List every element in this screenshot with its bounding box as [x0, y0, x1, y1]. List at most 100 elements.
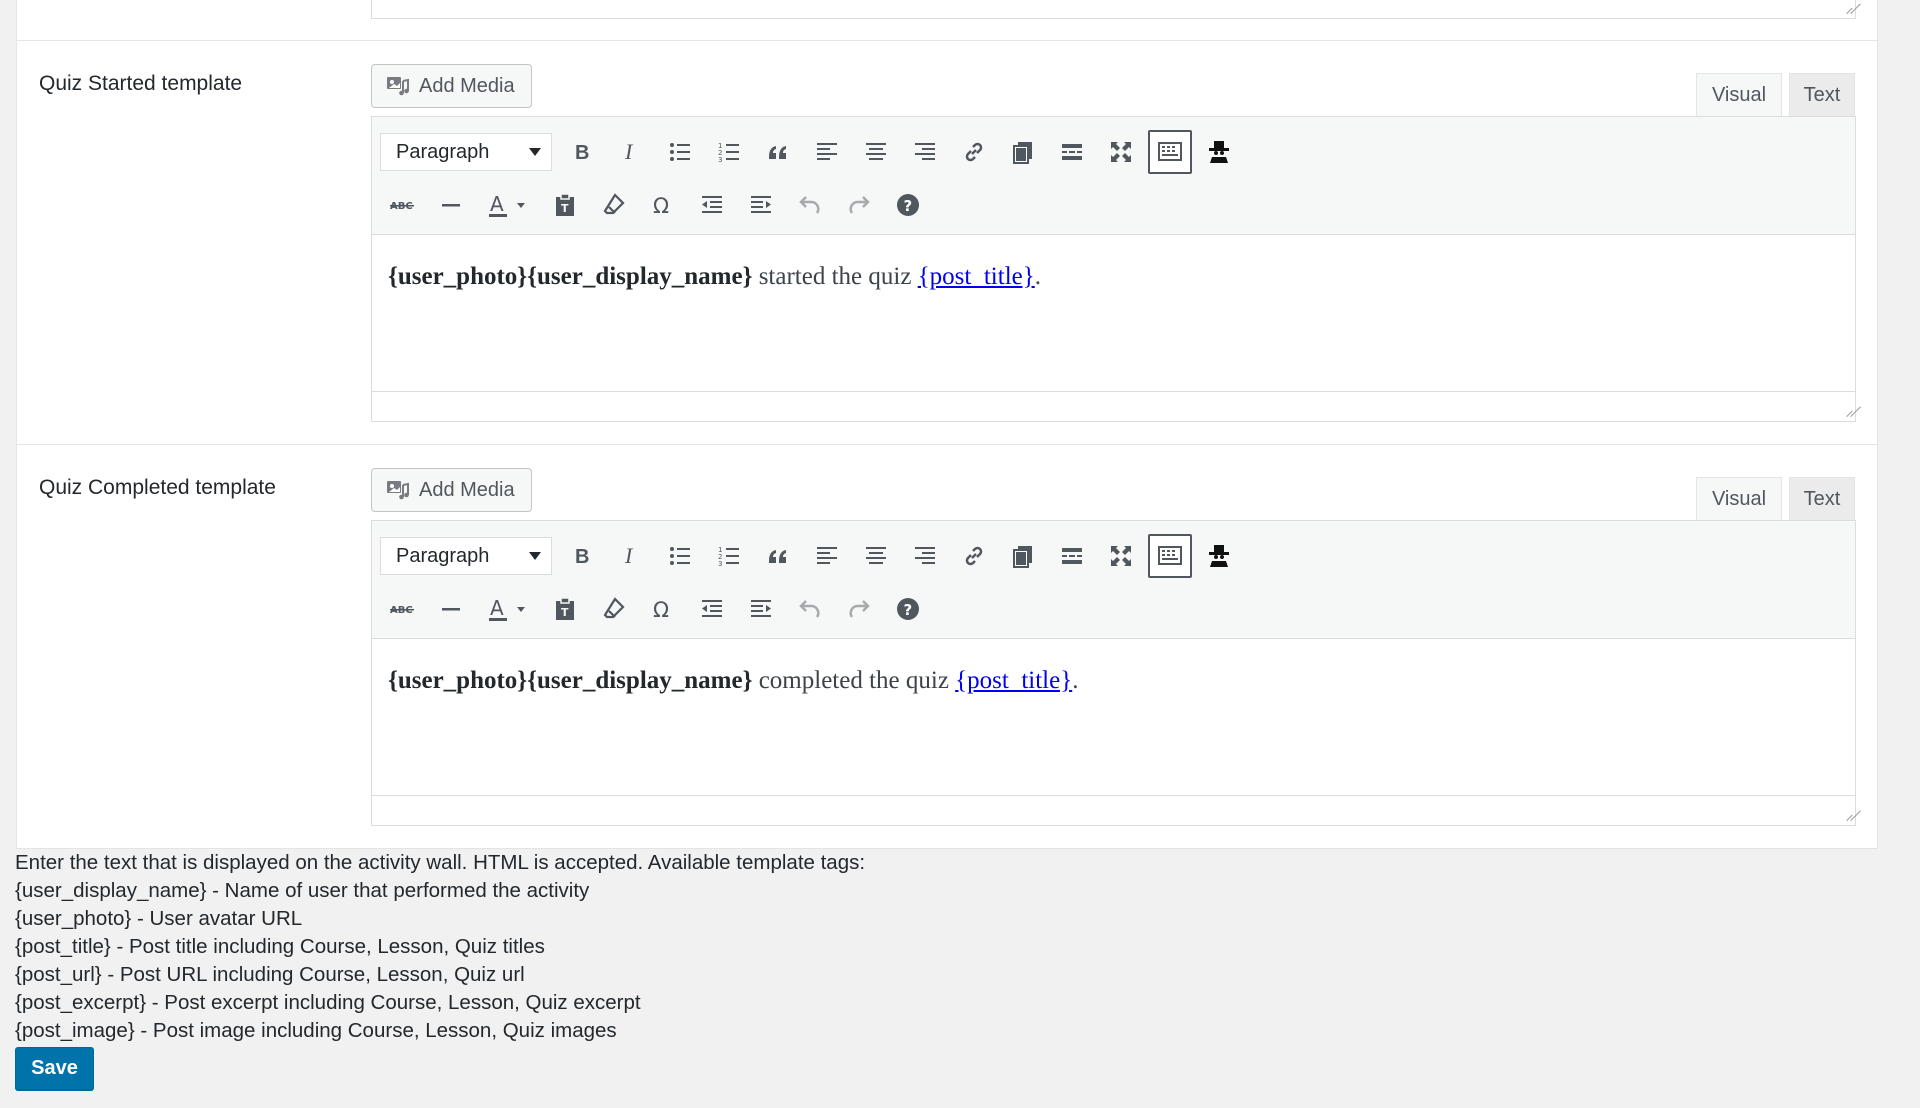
toolbar-row-1: Paragraph B I 123: [380, 128, 1246, 176]
special-character-icon[interactable]: Ω: [641, 587, 685, 631]
horizontal-line-icon[interactable]: [429, 587, 473, 631]
align-left-icon[interactable]: [805, 534, 849, 578]
row-divider: [16, 40, 1878, 41]
add-media-button[interactable]: Add Media: [371, 64, 532, 108]
clear-formatting-icon[interactable]: [592, 587, 636, 631]
toolbar-row-2: ABC A T Ω ?: [380, 585, 935, 633]
tab-visual[interactable]: Visual: [1696, 73, 1782, 117]
align-center-icon[interactable]: [854, 534, 898, 578]
svg-text:3: 3: [718, 156, 722, 164]
blockquote-icon[interactable]: [756, 534, 800, 578]
resize-grip-icon[interactable]: [1840, 3, 1851, 14]
svg-text:T: T: [561, 202, 569, 215]
insert-page-icon[interactable]: [1001, 130, 1045, 174]
svg-text:T: T: [561, 606, 569, 619]
indent-icon[interactable]: [739, 183, 783, 227]
svg-text:3: 3: [718, 560, 722, 568]
svg-text:A: A: [490, 596, 504, 620]
tab-text[interactable]: Text: [1789, 73, 1855, 117]
content-template-tags: {user_photo}{user_display_name}: [388, 667, 753, 694]
bold-icon[interactable]: B: [560, 534, 604, 578]
svg-text:B: B: [575, 546, 589, 568]
row-label: Quiz Completed template: [39, 476, 276, 499]
blockquote-icon[interactable]: [756, 130, 800, 174]
format-select-value: Paragraph: [396, 140, 490, 163]
redo-icon[interactable]: [837, 587, 881, 631]
resize-grip-icon[interactable]: [1840, 406, 1851, 417]
content-link[interactable]: {post_title}: [918, 263, 1035, 290]
svg-text:Ω: Ω: [653, 194, 669, 218]
chevron-down-icon: [529, 552, 541, 560]
tab-visual[interactable]: Visual: [1696, 477, 1782, 521]
svg-text:I: I: [624, 139, 634, 164]
editor-toolbar: Paragraph B I 123 ABC: [372, 521, 1855, 639]
align-left-icon[interactable]: [805, 130, 849, 174]
fullscreen-icon[interactable]: [1099, 130, 1143, 174]
link-icon[interactable]: [952, 534, 996, 578]
add-media-label: Add Media: [419, 74, 515, 97]
numbered-list-icon[interactable]: 123: [707, 534, 751, 578]
svg-text:?: ?: [904, 197, 913, 215]
help-line: {post_url} - Post URL including Course, …: [15, 963, 525, 986]
align-right-icon[interactable]: [903, 534, 947, 578]
read-more-icon[interactable]: [1050, 130, 1094, 174]
editor-content[interactable]: {user_photo}{user_display_name} started …: [372, 235, 1855, 391]
strikethrough-icon[interactable]: ABC: [380, 183, 424, 227]
link-icon[interactable]: [952, 130, 996, 174]
read-more-icon[interactable]: [1050, 534, 1094, 578]
content-template-tags: {user_photo}{user_display_name}: [388, 263, 753, 290]
horizontal-line-icon[interactable]: [429, 183, 473, 227]
paste-text-icon[interactable]: T: [543, 183, 587, 227]
svg-text:?: ?: [904, 601, 913, 619]
save-button[interactable]: Save: [15, 1047, 94, 1090]
bold-icon[interactable]: B: [560, 130, 604, 174]
undo-icon[interactable]: [788, 183, 832, 227]
template-tags-help: Enter the text that is displayed on the …: [15, 849, 865, 1045]
add-media-label: Add Media: [419, 478, 515, 501]
tab-text[interactable]: Text: [1789, 477, 1855, 521]
toolbar-toggle-icon[interactable]: [1148, 130, 1192, 174]
svg-text:I: I: [624, 543, 634, 568]
redo-icon[interactable]: [837, 183, 881, 227]
align-center-icon[interactable]: [854, 130, 898, 174]
clear-formatting-icon[interactable]: [592, 183, 636, 227]
help-icon[interactable]: ?: [886, 183, 930, 227]
editor-content[interactable]: {user_photo}{user_display_name} complete…: [372, 639, 1855, 795]
toolbar-toggle-icon[interactable]: [1148, 534, 1192, 578]
spy-icon[interactable]: [1197, 130, 1241, 174]
italic-icon[interactable]: I: [609, 534, 653, 578]
help-icon[interactable]: ?: [886, 587, 930, 631]
text-color-icon[interactable]: A: [478, 183, 538, 227]
bullet-list-icon[interactable]: [658, 130, 702, 174]
outdent-icon[interactable]: [690, 587, 734, 631]
editor-statusbar: [372, 391, 1855, 421]
insert-page-icon[interactable]: [1001, 534, 1045, 578]
format-select[interactable]: Paragraph: [380, 537, 552, 575]
add-media-button[interactable]: Add Media: [371, 468, 532, 512]
help-line: {post_image} - Post image including Cour…: [15, 1019, 617, 1042]
chevron-down-icon: [529, 148, 541, 156]
format-select[interactable]: Paragraph: [380, 133, 552, 171]
content-link[interactable]: {post_title}: [955, 667, 1072, 694]
align-right-icon[interactable]: [903, 130, 947, 174]
numbered-list-icon[interactable]: 123: [707, 130, 751, 174]
editor-statusbar: [372, 795, 1855, 825]
previous-editor-statusbar: [371, 0, 1856, 19]
bullet-list-icon[interactable]: [658, 534, 702, 578]
undo-icon[interactable]: [788, 587, 832, 631]
svg-text:A: A: [490, 192, 504, 216]
outdent-icon[interactable]: [690, 183, 734, 227]
spy-icon[interactable]: [1197, 534, 1241, 578]
paste-text-icon[interactable]: T: [543, 587, 587, 631]
text-color-icon[interactable]: A: [478, 587, 538, 631]
editor-toolbar: Paragraph B I 123 ABC: [372, 117, 1855, 235]
fullscreen-icon[interactable]: [1099, 534, 1143, 578]
indent-icon[interactable]: [739, 587, 783, 631]
svg-text:B: B: [575, 142, 589, 164]
special-character-icon[interactable]: Ω: [641, 183, 685, 227]
resize-grip-icon[interactable]: [1840, 810, 1851, 821]
strikethrough-icon[interactable]: ABC: [380, 587, 424, 631]
italic-icon[interactable]: I: [609, 130, 653, 174]
row-divider: [16, 444, 1878, 445]
rich-text-editor: Paragraph B I 123 ABC: [371, 116, 1856, 422]
